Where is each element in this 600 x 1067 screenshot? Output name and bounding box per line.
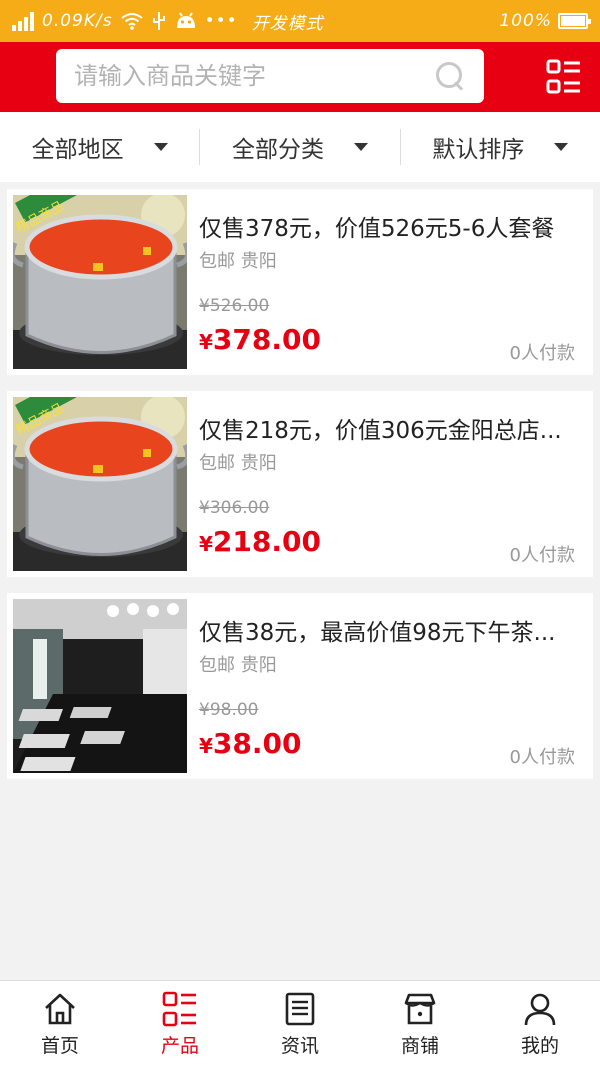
home-icon (45, 993, 75, 1024)
tab-news-label: 资讯 (280, 1034, 319, 1057)
tab-store[interactable]: 商铺 (360, 981, 480, 1067)
bottom-tab-bar: 首页 产品 资讯 商铺 我的 (0, 980, 600, 1067)
filter-category-label: 全部分类 (231, 137, 324, 163)
product-image-restaurant[interactable] (13, 599, 187, 773)
product-title[interactable]: 仅售218元，价值306元金阳总店... (199, 411, 579, 445)
header (0, 42, 600, 112)
tab-news[interactable]: 资讯 (240, 981, 360, 1067)
product-card[interactable]: 精品商品 仅售378元，价值526元5-6人套餐 包邮 贵阳 ¥526.00 ¥… (7, 189, 593, 375)
battery-percent: 100% (499, 11, 552, 31)
tab-products-label: 产品 (160, 1034, 199, 1057)
product-card[interactable]: 精品商品 仅售218元，价值306元金阳总店... 包邮 贵阳 ¥306.00 … (7, 391, 593, 577)
tab-profile-label: 我的 (520, 1034, 559, 1057)
store-icon (404, 993, 436, 1024)
product-location: 包邮 贵阳 (199, 251, 277, 272)
product-original-price: ¥306.00 (199, 498, 270, 518)
product-price: ¥38.00 (199, 727, 302, 760)
more-notifications-icon: ••• (204, 11, 238, 31)
caret-down-icon (153, 143, 168, 151)
currency-symbol: ¥ (199, 734, 213, 758)
product-list-icon (162, 991, 196, 1026)
product-price: ¥378.00 (199, 323, 321, 356)
product-title[interactable]: 仅售378元，价值526元5-6人套餐 (199, 209, 579, 243)
product-location: 包邮 贵阳 (199, 453, 277, 474)
signal-icon (12, 11, 34, 31)
product-price-value: 218.00 (212, 525, 321, 558)
filter-sort-label: 默认排序 (432, 137, 525, 163)
search-box[interactable] (56, 49, 484, 103)
usb-icon (152, 12, 165, 30)
product-price: ¥218.00 (199, 525, 321, 558)
filter-category[interactable]: 全部分类 (199, 129, 399, 165)
caret-down-icon (353, 143, 368, 151)
tab-home-label: 首页 (40, 1034, 79, 1057)
product-location: 包邮 贵阳 (199, 655, 277, 676)
product-original-price: ¥526.00 (199, 296, 270, 316)
tab-products[interactable]: 产品 (120, 981, 240, 1067)
status-bar: 0.09K/s ••• 开发模式 100% (0, 0, 600, 42)
product-price-value: 378.00 (212, 323, 321, 356)
category-menu-icon[interactable] (546, 59, 582, 95)
currency-symbol: ¥ (199, 330, 213, 354)
product-image-hotpot[interactable]: 精品商品 (13, 195, 187, 369)
filter-region[interactable]: 全部地区 (0, 129, 199, 165)
news-icon (285, 992, 315, 1025)
android-debug-icon (176, 12, 195, 28)
currency-symbol: ¥ (199, 532, 213, 556)
network-speed: 0.09K/s (42, 11, 113, 31)
caret-down-icon (554, 143, 569, 151)
filter-bar: 全部地区 全部分类 默认排序 (0, 112, 600, 182)
tab-home[interactable]: 首页 (0, 981, 120, 1067)
product-list: 精品商品 仅售378元，价值526元5-6人套餐 包邮 贵阳 ¥526.00 ¥… (7, 189, 593, 795)
search-input[interactable] (74, 62, 434, 90)
product-sold-count: 0人付款 (509, 545, 575, 566)
product-original-price: ¥98.00 (199, 700, 259, 720)
product-title[interactable]: 仅售38元，最高价值98元下午茶... (199, 613, 579, 647)
product-image-hotpot[interactable]: 精品商品 (13, 397, 187, 571)
user-icon (524, 993, 556, 1025)
dev-mode-label: 开发模式 (251, 13, 324, 34)
product-card[interactable]: 仅售38元，最高价值98元下午茶... 包邮 贵阳 ¥98.00 ¥38.00 … (7, 593, 593, 779)
product-sold-count: 0人付款 (509, 343, 575, 364)
battery-icon (558, 13, 591, 29)
tab-profile[interactable]: 我的 (480, 981, 600, 1067)
filter-sort[interactable]: 默认排序 (399, 129, 600, 165)
search-icon[interactable] (434, 60, 466, 92)
product-sold-count: 0人付款 (509, 747, 575, 768)
tab-store-label: 商铺 (400, 1034, 439, 1057)
filter-region-label: 全部地区 (31, 137, 124, 163)
product-price-value: 38.00 (212, 727, 302, 760)
wifi-icon (120, 13, 143, 30)
